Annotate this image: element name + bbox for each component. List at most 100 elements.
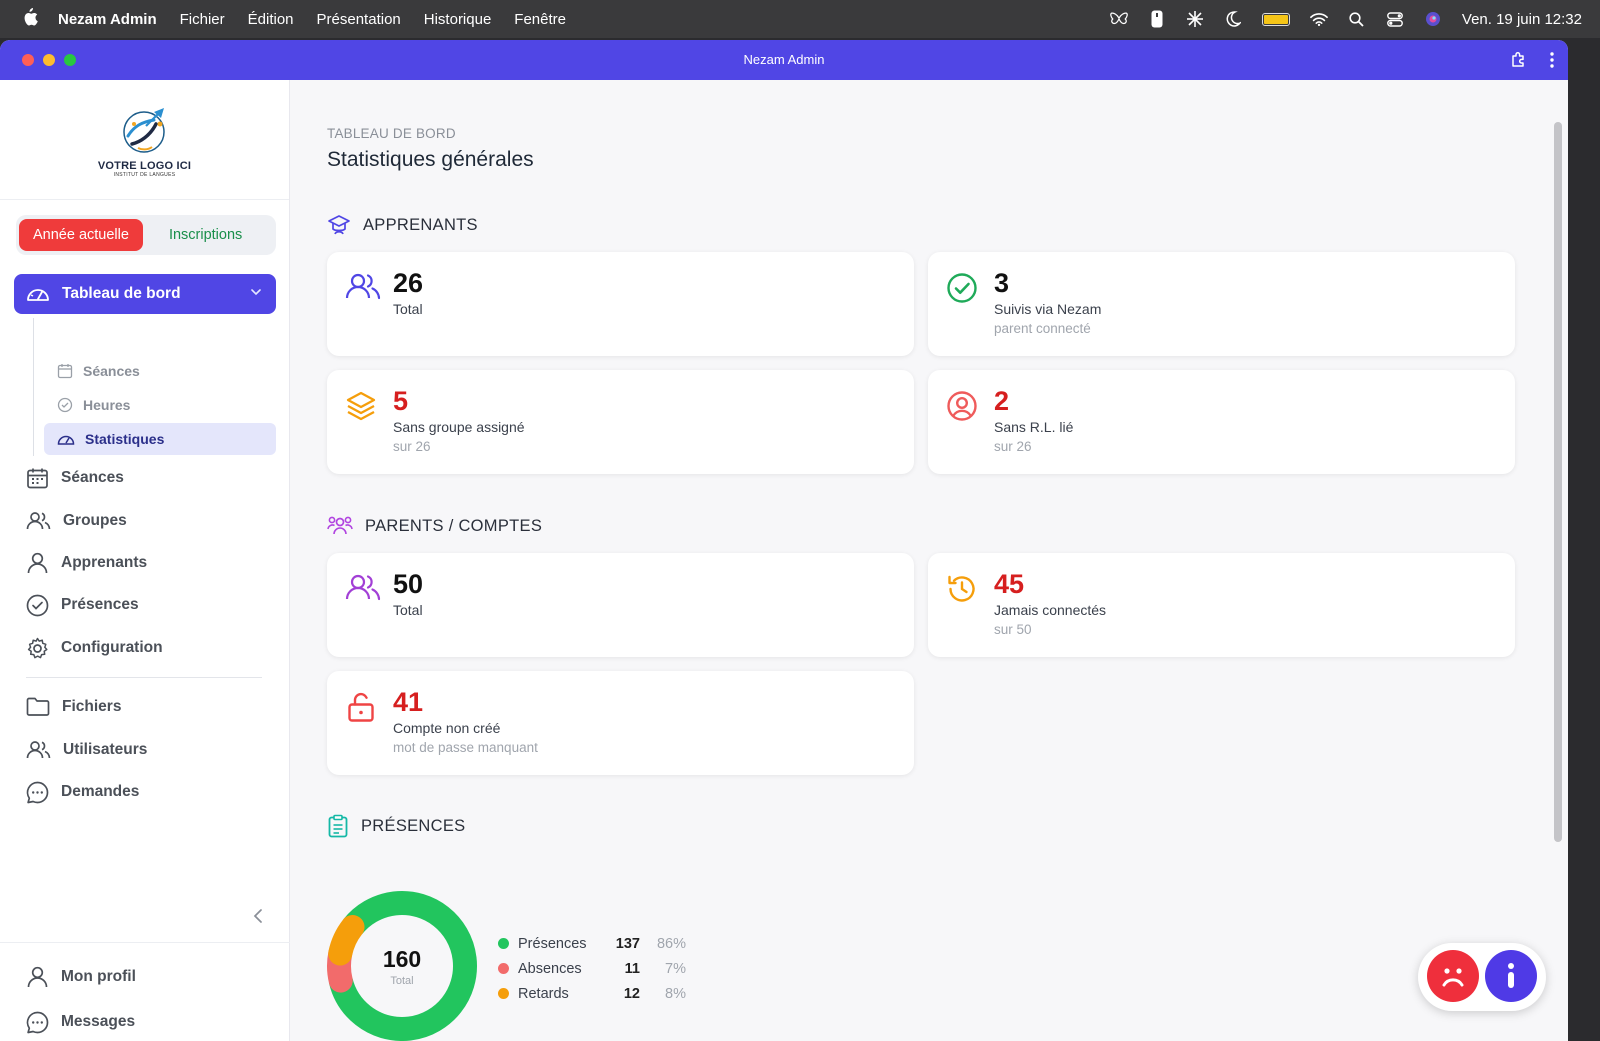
card-parents-compte-non-cree[interactable]: 41 Compte non créé mot de passe manquant [327,671,914,775]
parents-total-value: 50 [393,569,424,599]
sidebar-item-presences-label: Présences [61,596,139,613]
apprenants-suivis-label: Suivis via Nezam [994,301,1102,317]
gauge-icon [57,435,75,445]
apprenants-total-label: Total [393,301,423,317]
logo[interactable]: VOTRE LOGO ICI INSTITUT DE LANGUES [0,80,289,200]
chat-bubble-icon [26,1011,49,1033]
card-apprenants-sans-groupe[interactable]: 5 Sans groupe assigné sur 26 [327,370,914,474]
graduation-cap-icon [328,215,350,235]
history-icon [948,575,975,602]
sidebar-subitem-statistiques[interactable]: Statistiques [44,423,276,455]
card-apprenants-suivis[interactable]: 3 Suivis via Nezam parent connecté [928,252,1515,356]
menu-historique[interactable]: Historique [424,11,492,28]
apprenants-sans-groupe-sub: sur 26 [393,439,431,454]
menu-presentation[interactable]: Présentation [317,11,401,28]
apprenants-suivis-sub: parent connecté [994,321,1091,336]
sidebar-item-seances[interactable]: Séances [26,463,124,493]
window-title: Nezam Admin [743,52,825,67]
parents-non-cree-label: Compte non créé [393,720,501,736]
legend-row: Retards 12 8% [498,981,686,1006]
check-circle-icon [947,273,977,303]
gear-icon [27,637,48,658]
wifi-icon[interactable] [1309,10,1328,28]
feedback-sad-button[interactable] [1427,950,1479,1002]
sidebar-item-groupes-label: Groupes [63,512,127,529]
card-parents-jamais-connectes[interactable]: 45 Jamais connectés sur 50 [928,553,1515,657]
sidebar-item-fichiers[interactable]: Fichiers [26,692,121,722]
main-scrollbar[interactable] [1554,122,1562,842]
users-icon [345,273,381,300]
year-toggle: Année actuelle Inscriptions [16,215,276,255]
apprenants-sans-rl-sub: sur 26 [994,439,1032,454]
sidebar-item-apprenants[interactable]: Apprenants [26,548,147,578]
breadcrumb: TABLEAU DE BORD [327,126,456,141]
toggle-current-year[interactable]: Année actuelle [19,219,143,251]
calendar-icon [57,364,73,379]
floating-action-bar [1418,943,1546,1011]
gauge-icon [27,289,49,301]
butterfly-icon[interactable] [1110,10,1128,28]
unlock-icon [348,692,374,722]
logo-text: VOTRE LOGO ICI [97,159,192,172]
main-content: TABLEAU DE BORD Statistiques générales A… [290,80,1552,1041]
legend-label: Présences [518,935,587,952]
apprenants-sans-rl-label: Sans R.L. lié [994,419,1074,435]
sidebar-subitem-seances-label: Séances [83,363,140,379]
menu-app-name[interactable]: Nezam Admin [58,11,157,28]
menubar-clock[interactable]: Ven. 19 juin 12:32 [1462,11,1582,28]
control-center-icon[interactable] [1386,10,1404,28]
parents-jamais-sub: sur 50 [994,622,1032,637]
legend-percent: 8% [665,985,686,1002]
sidebar-item-configuration[interactable]: Configuration [26,633,163,663]
apple-icon[interactable] [22,7,44,31]
sidebar-divider [26,677,262,678]
mouse-icon[interactable] [1148,10,1166,28]
search-icon[interactable] [1348,10,1366,28]
sidebar-item-groupes[interactable]: Groupes [26,506,127,536]
apprenants-sans-rl-value: 2 [994,386,1010,416]
siri-icon[interactable] [1424,10,1442,28]
menu-edition[interactable]: Édition [248,11,294,28]
section-presences-title: PRÉSENCES [361,816,466,835]
sidebar-item-messages-label: Messages [61,1013,136,1030]
sidebar-item-presences[interactable]: Présences [26,590,139,620]
sad-face-icon [1442,968,1464,987]
sidebar-item-profil-label: Mon profil [61,968,136,985]
parents-non-cree-value: 41 [393,687,424,717]
sidebar-item-demandes-label: Demandes [61,783,140,800]
check-circle-icon [57,397,73,413]
extension-icon[interactable] [1510,51,1528,74]
moon-icon[interactable] [1224,10,1242,28]
sidebar-item-profil[interactable]: Mon profil [26,962,136,992]
card-parents-total[interactable]: 50 Total [327,553,914,657]
legend-count: 11 [624,960,640,977]
sidebar-item-utilisateurs[interactable]: Utilisateurs [26,735,147,765]
title-bar: Nezam Admin [0,40,1568,80]
sidebar-subitem-seances[interactable]: Séances [44,355,276,387]
collapse-sidebar-button[interactable] [252,908,264,929]
legend-label: Absences [518,960,582,977]
sidebar-subitem-heures[interactable]: Heures [44,389,276,421]
card-apprenants-total[interactable]: 26 Total [327,252,914,356]
legend-percent: 86% [656,935,686,952]
card-apprenants-sans-rl[interactable]: 2 Sans R.L. lié sur 26 [928,370,1515,474]
info-button[interactable] [1485,950,1537,1002]
sidebar-item-messages[interactable]: Messages [26,1007,135,1037]
sidebar-item-utilisateurs-label: Utilisateurs [63,741,148,758]
sidebar-item-dashboard[interactable]: Tableau de bord [14,274,276,314]
toggle-inscriptions[interactable]: Inscriptions [155,219,256,251]
menu-fenetre[interactable]: Fenêtre [514,11,566,28]
presences-donut-chart: 160 Total [327,891,477,1041]
legend-count: 137 [615,935,640,952]
donut-center-value: 160 [383,946,421,972]
menu-fichier[interactable]: Fichier [180,11,225,28]
more-vertical-icon[interactable] [1550,52,1554,73]
section-parents-header: PARENTS / COMPTES [327,514,542,538]
calendar-icon [27,468,48,488]
sparkle-icon[interactable] [1186,10,1204,28]
legend-label: Retards [518,985,569,1002]
battery-icon[interactable] [1261,12,1290,26]
chat-bubble-icon [26,781,49,803]
sidebar-item-demandes[interactable]: Demandes [26,777,139,807]
check-circle-icon [26,594,49,616]
